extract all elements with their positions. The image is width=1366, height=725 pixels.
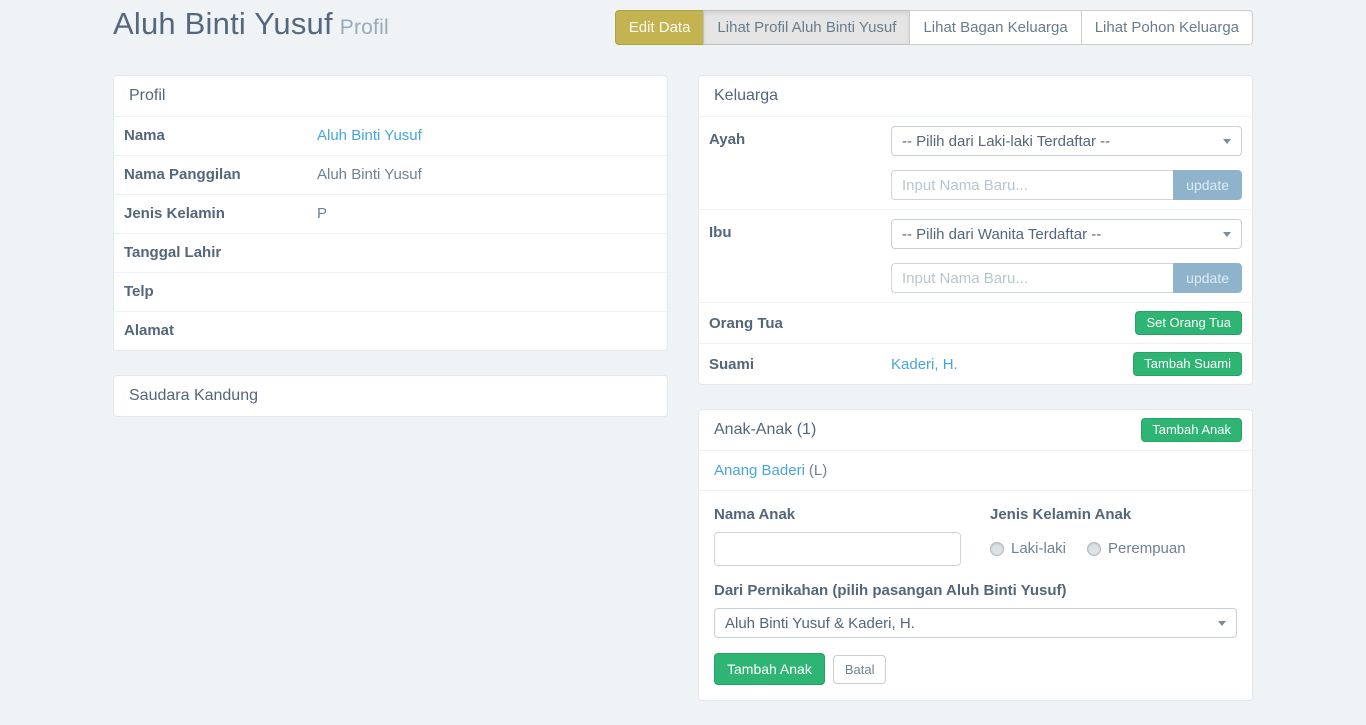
anak-anak-panel-header: Anak-Anak (1) Tambah Anak (699, 410, 1252, 450)
suami-label: Suami (709, 356, 891, 373)
form-actions: Tambah Anak Batal (714, 653, 1237, 685)
row-label: Nama Panggilan (114, 156, 307, 194)
radio-perempuan[interactable]: Perempuan (1087, 540, 1186, 557)
row-label: Nama (114, 117, 307, 155)
ibu-label: Ibu (709, 219, 891, 241)
tambah-anak-submit-button[interactable]: Tambah Anak (714, 653, 825, 685)
page-title: Aluh Binti Yusuf Profil (113, 6, 389, 42)
nama-anak-label: Nama Anak (714, 506, 961, 523)
table-row-tanggal-lahir: Tanggal Lahir (114, 233, 667, 272)
table-row-nama-panggilan: Nama Panggilan Aluh Binti Yusuf (114, 155, 667, 194)
table-row-jenis-kelamin: Jenis Kelamin P (114, 194, 667, 233)
radio-laki-laki[interactable]: Laki-laki (990, 540, 1066, 557)
ibu-select-value: -- Pilih dari Wanita Terdaftar -- (902, 226, 1101, 243)
chevron-down-icon (1223, 232, 1231, 237)
set-orang-tua-button[interactable]: Set Orang Tua (1135, 311, 1242, 335)
ayah-input-group: update (891, 170, 1242, 200)
ayah-select-value: -- Pilih dari Laki-laki Terdaftar -- (902, 133, 1110, 150)
child-list-item: Anang Baderi(L) (699, 450, 1252, 490)
gender-radio-group: Laki-laki Perempuan (990, 540, 1237, 557)
ibu-row: Ibu -- Pilih dari Wanita Terdaftar -- up… (699, 209, 1252, 302)
lihat-profil-button[interactable]: Lihat Profil Aluh Binti Yusuf (703, 10, 910, 45)
row-value: P (307, 195, 337, 233)
keluarga-panel: Keluarga Ayah -- Pilih dari Laki-laki Te… (698, 75, 1253, 385)
table-row-telp: Telp (114, 272, 667, 311)
row-value (307, 273, 327, 311)
ayah-update-button[interactable]: update (1173, 170, 1242, 200)
row-value (307, 234, 327, 272)
batal-button[interactable]: Batal (833, 655, 887, 684)
radio-icon (1087, 542, 1101, 556)
dari-pernikahan-label: Dari Pernikahan (pilih pasangan Aluh Bin… (714, 582, 1237, 599)
ayah-new-name-input[interactable] (891, 170, 1173, 200)
table-row-alamat: Alamat (114, 311, 667, 350)
ibu-input-group: update (891, 263, 1242, 293)
pernikahan-select[interactable]: Aluh Binti Yusuf & Kaderi, H. (714, 608, 1237, 638)
nama-anak-input[interactable] (714, 532, 961, 566)
lihat-bagan-keluarga-button[interactable]: Lihat Bagan Keluarga (909, 10, 1081, 45)
saudara-kandung-panel: Saudara Kandung (113, 375, 668, 417)
page-header: Aluh Binti Yusuf Profil Edit Data Lihat P… (113, 6, 1253, 45)
person-name-title: Aluh Binti Yusuf (113, 6, 333, 41)
left-column: Profil Nama Aluh Binti Yusuf Nama Panggi… (113, 75, 668, 725)
edit-data-button[interactable]: Edit Data (615, 10, 705, 45)
keluarga-panel-title: Keluarga (699, 76, 1252, 116)
row-label: Alamat (114, 312, 307, 350)
radio-perempuan-label: Perempuan (1108, 540, 1186, 557)
page-container: Aluh Binti Yusuf Profil Edit Data Lihat P… (113, 0, 1253, 725)
tambah-suami-button[interactable]: Tambah Suami (1133, 352, 1242, 376)
ibu-select[interactable]: -- Pilih dari Wanita Terdaftar -- (891, 219, 1242, 249)
ayah-row: Ayah -- Pilih dari Laki-laki Terdaftar -… (699, 116, 1252, 209)
radio-laki-laki-label: Laki-laki (1011, 540, 1066, 557)
nama-link[interactable]: Aluh Binti Yusuf (317, 127, 422, 144)
ibu-update-button[interactable]: update (1173, 263, 1242, 293)
suami-link[interactable]: Kaderi, H. (891, 356, 958, 373)
orang-tua-label: Orang Tua (709, 315, 891, 332)
saudara-kandung-title: Saudara Kandung (114, 376, 667, 416)
chevron-down-icon (1223, 139, 1231, 144)
jenis-kelamin-anak-label: Jenis Kelamin Anak (990, 506, 1237, 523)
anak-anak-title: Anak-Anak (1) (714, 421, 816, 439)
suami-row: Suami Kaderi, H. Tambah Suami (699, 343, 1252, 384)
row-value: Aluh Binti Yusuf (307, 156, 432, 194)
row-label: Tanggal Lahir (114, 234, 307, 272)
child-gender: (L) (809, 462, 827, 479)
radio-icon (990, 542, 1004, 556)
ayah-select[interactable]: -- Pilih dari Laki-laki Terdaftar -- (891, 126, 1242, 156)
pernikahan-select-value: Aluh Binti Yusuf & Kaderi, H. (725, 615, 915, 632)
ayah-label: Ayah (709, 126, 891, 148)
profil-panel: Profil Nama Aluh Binti Yusuf Nama Panggi… (113, 75, 668, 351)
profil-panel-title: Profil (114, 76, 667, 116)
page-subtitle: Profil (340, 16, 389, 39)
row-value (307, 312, 327, 350)
table-row-nama: Nama Aluh Binti Yusuf (114, 116, 667, 155)
chevron-down-icon (1218, 621, 1226, 626)
anak-anak-panel: Anak-Anak (1) Tambah Anak Anang Baderi(L… (698, 409, 1253, 701)
orang-tua-row: Orang Tua Set Orang Tua (699, 302, 1252, 343)
view-button-group: Edit Data Lihat Profil Aluh Binti Yusuf … (615, 10, 1253, 45)
ibu-new-name-input[interactable] (891, 263, 1173, 293)
lihat-pohon-keluarga-button[interactable]: Lihat Pohon Keluarga (1081, 10, 1253, 45)
row-label: Jenis Kelamin (114, 195, 307, 233)
right-column: Keluarga Ayah -- Pilih dari Laki-laki Te… (698, 75, 1253, 725)
row-label: Telp (114, 273, 307, 311)
child-name-link[interactable]: Anang Baderi (714, 462, 805, 479)
tambah-anak-header-button[interactable]: Tambah Anak (1141, 418, 1242, 442)
add-child-form: Nama Anak Jenis Kelamin Anak Laki-laki (699, 490, 1252, 700)
